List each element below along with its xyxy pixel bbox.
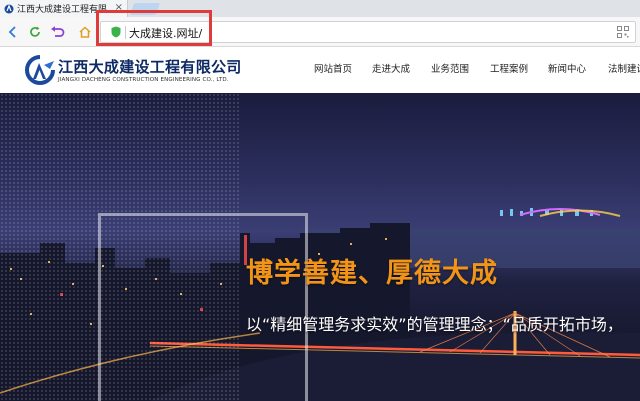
- nav-about[interactable]: 走进大成: [372, 61, 410, 75]
- refresh-icon: [30, 26, 40, 37]
- site-favicon-icon: [4, 3, 14, 13]
- nav-home[interactable]: 网站首页: [314, 61, 352, 75]
- company-logo-icon[interactable]: [24, 55, 56, 85]
- hero-slogan: 博学善建、厚德大成: [246, 258, 498, 289]
- url-highlight-annotation: [96, 10, 212, 46]
- refresh-button[interactable]: [26, 23, 44, 41]
- undo-button[interactable]: [49, 23, 67, 41]
- nav-news[interactable]: 新闻中心: [548, 61, 586, 75]
- hero-tagline: 以“精细管理务求实效”的管理理念；“品质开拓市场，: [246, 315, 623, 334]
- home-icon: [79, 26, 91, 38]
- undo-icon: [51, 26, 65, 37]
- back-icon: [8, 26, 16, 38]
- nav-projects[interactable]: 工程案例: [490, 61, 528, 75]
- nav-legal[interactable]: 法制建设: [608, 61, 640, 75]
- company-name: 江西大成建设工程有限公司: [58, 58, 242, 76]
- nav-business[interactable]: 业务范围: [431, 61, 469, 75]
- company-name-en: JIANGXI DACHENG CONSTRUCTION ENGINEERING…: [58, 77, 229, 83]
- back-button[interactable]: [4, 23, 22, 41]
- home-button[interactable]: [76, 23, 94, 41]
- site-header: 江西大成建设工程有限公司 JIANGXI DACHENG CONSTRUCTIO…: [0, 47, 640, 93]
- hero-decorative-frame: [98, 213, 308, 401]
- hero-banner: 博学善建、厚德大成 以“精细管理务求实效”的管理理念；“品质开拓市场，: [0, 93, 640, 401]
- qr-icon[interactable]: [617, 26, 629, 38]
